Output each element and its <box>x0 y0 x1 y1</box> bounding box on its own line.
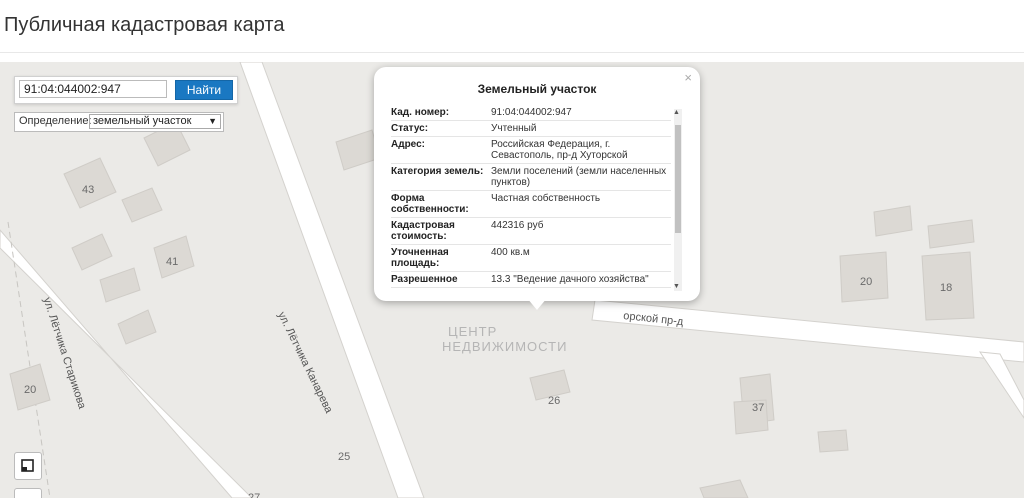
definition-select[interactable]: земельный участок ▼ <box>89 114 221 129</box>
table-row: Адрес: Российская Федерация, г. Севастопо… <box>391 137 671 164</box>
house-number: 18 <box>940 282 953 294</box>
scroll-up-icon[interactable]: ▲ <box>673 109 680 116</box>
map-control-button[interactable] <box>14 488 42 498</box>
table-row: Форма собственности: Частная собственност… <box>391 191 671 218</box>
scroll-down-icon[interactable]: ▼ <box>673 283 680 290</box>
cadastral-search-input[interactable] <box>19 80 167 98</box>
table-row: Уточненная площадь: 400 кв.м <box>391 245 671 272</box>
definition-label: Определение: <box>19 115 92 127</box>
watermark-text: ЦЕНТР НЕДВИЖИМОСТИ <box>442 324 568 354</box>
popup-table: Кад. номер: 91:04:044002:947 Статус: Учтен… <box>391 105 671 299</box>
find-button[interactable]: Найти <box>175 80 233 100</box>
title-divider <box>0 52 1024 53</box>
house-number: 26 <box>548 395 561 407</box>
table-row: Кадастровая стоимость: 442316 руб <box>391 218 671 245</box>
search-panel: Найти <box>14 76 238 104</box>
scroll-thumb[interactable] <box>675 125 681 233</box>
table-row: Статус: Учтенный <box>391 121 671 137</box>
table-row: Категория земель: Земли поселений (земли … <box>391 164 671 191</box>
parcel-info-popup: × Земельный участок Кад. номер: 91:04:044… <box>374 67 700 301</box>
house-number: 41 <box>166 256 179 268</box>
page-title: Публичная кадастровая карта <box>4 14 285 36</box>
house-number: 20 <box>24 384 37 396</box>
house-number: 20 <box>860 276 873 288</box>
popup-title: Земельный участок <box>477 82 597 96</box>
table-row: Разрешенное 13.3 "Ведение дачного хозяйст… <box>391 272 671 288</box>
table-row: Кад. номер: 91:04:044002:947 <box>391 105 671 121</box>
popup-pointer <box>527 298 547 310</box>
chevron-down-icon: ▼ <box>208 116 217 126</box>
definition-panel: Определение: земельный участок ▼ <box>14 112 224 132</box>
house-number: 27 <box>248 492 261 498</box>
map-canvas[interactable]: ул. Лётчика Канарева ул. Лётчика Старико… <box>0 62 1024 498</box>
house-number: 43 <box>82 184 95 196</box>
house-number: 25 <box>338 451 351 463</box>
map-layer-button[interactable] <box>14 452 42 480</box>
house-number: 37 <box>752 402 765 414</box>
